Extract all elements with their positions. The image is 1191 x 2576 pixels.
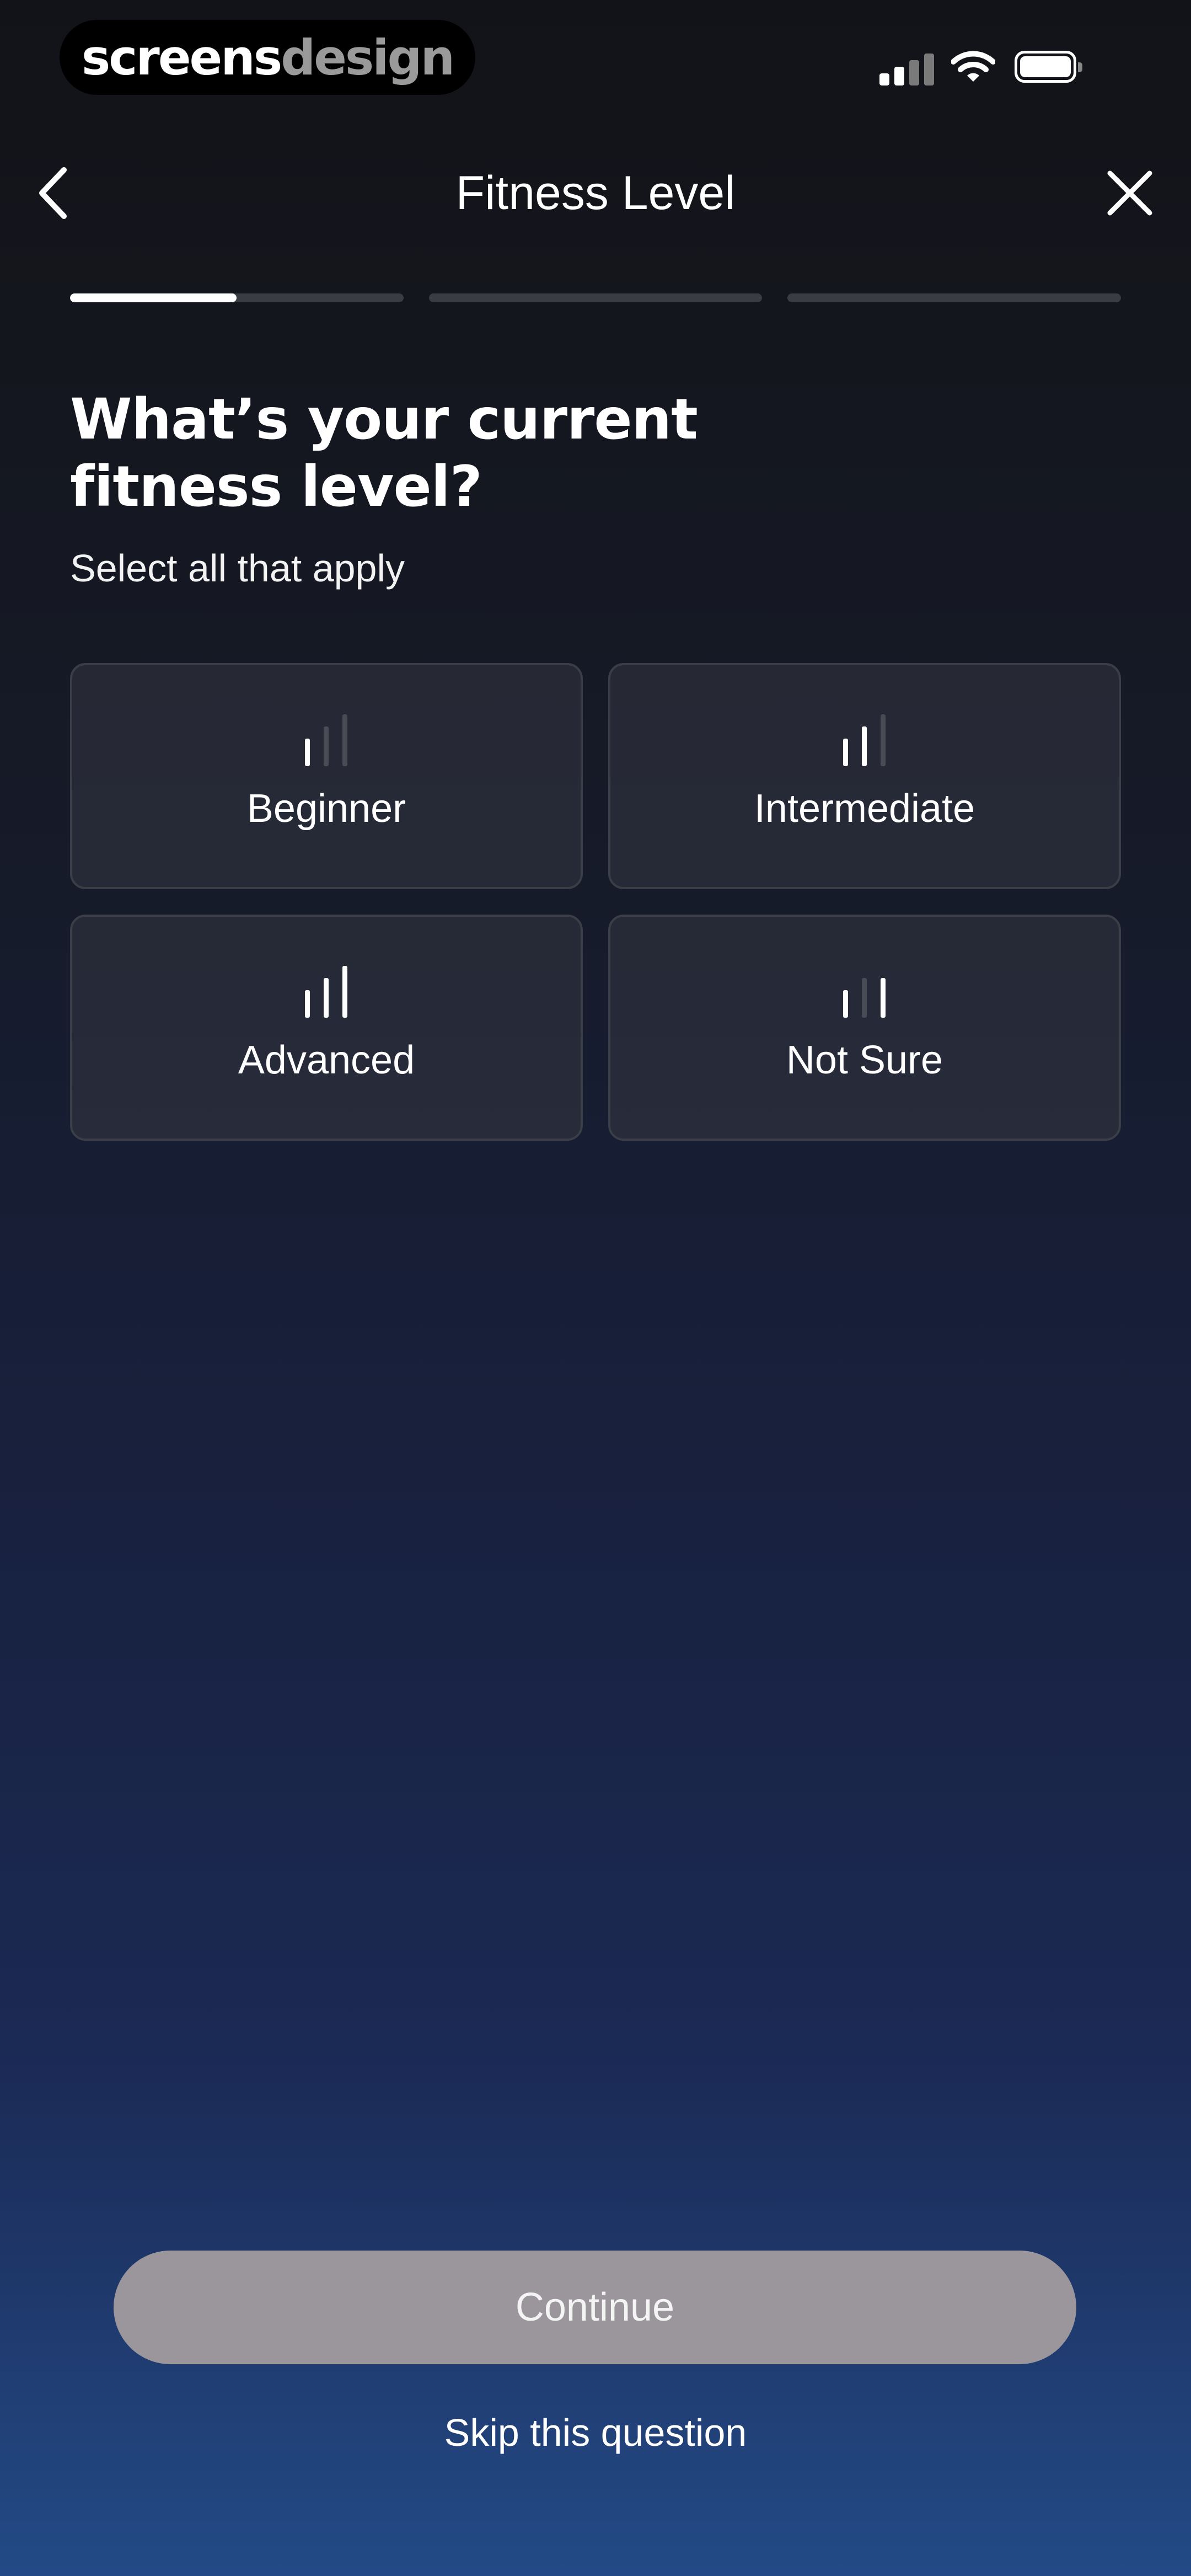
close-icon — [1107, 170, 1152, 216]
watermark-part-design: design — [281, 29, 455, 86]
signal-bars-medium-icon — [840, 714, 889, 766]
watermark-part-screens: screens — [81, 29, 282, 86]
progress-segment-3 — [787, 293, 1122, 302]
signal-bars-unknown-icon — [840, 967, 889, 1018]
question-title: What’s your current fitness level? — [70, 386, 842, 521]
signal-bar — [305, 739, 310, 766]
option-intermediate[interactable]: Intermediate — [608, 663, 1121, 889]
progress-segment-1 — [70, 293, 404, 302]
signal-bar — [881, 714, 886, 766]
signal-bar — [843, 990, 848, 1018]
option-not-sure[interactable]: Not Sure — [608, 915, 1121, 1141]
close-button[interactable] — [1099, 160, 1160, 226]
option-advanced[interactable]: Advanced — [70, 915, 583, 1141]
signal-icon — [879, 52, 935, 85]
signal-bar — [324, 726, 329, 766]
signal-bars-low-icon — [302, 714, 351, 766]
option-label: Intermediate — [754, 787, 975, 831]
option-label: Not Sure — [786, 1038, 943, 1082]
continue-button[interactable]: Continue — [114, 2251, 1076, 2364]
progress-segment-2 — [428, 293, 763, 302]
option-label: Beginner — [246, 787, 406, 831]
signal-bar — [342, 966, 347, 1018]
page-title: Fitness Level — [455, 167, 736, 220]
fitness-level-options: Beginner Intermediate Advanced Not Sure — [70, 663, 1121, 1141]
battery-icon — [1015, 51, 1082, 83]
signal-bar — [305, 990, 310, 1018]
skip-question-link[interactable]: Skip this question — [0, 2411, 1191, 2455]
status-bar-icons — [860, 0, 1191, 110]
option-label: Advanced — [238, 1038, 415, 1082]
wifi-icon — [951, 51, 995, 82]
step-progress — [70, 293, 1122, 302]
signal-bar — [843, 739, 848, 766]
watermark-logo: screens design — [60, 20, 475, 95]
signal-bar — [862, 726, 867, 766]
signal-bar — [881, 978, 886, 1018]
signal-bars-high-icon — [302, 966, 351, 1018]
signal-bar — [342, 714, 347, 766]
signal-bar — [862, 978, 867, 1018]
question-title-line-1: What’s your current — [70, 387, 698, 452]
question-title-line-2: fitness level? — [70, 454, 482, 520]
question-subtitle: Select all that apply — [70, 547, 405, 590]
option-beginner[interactable]: Beginner — [70, 663, 583, 889]
signal-bar — [324, 978, 329, 1018]
